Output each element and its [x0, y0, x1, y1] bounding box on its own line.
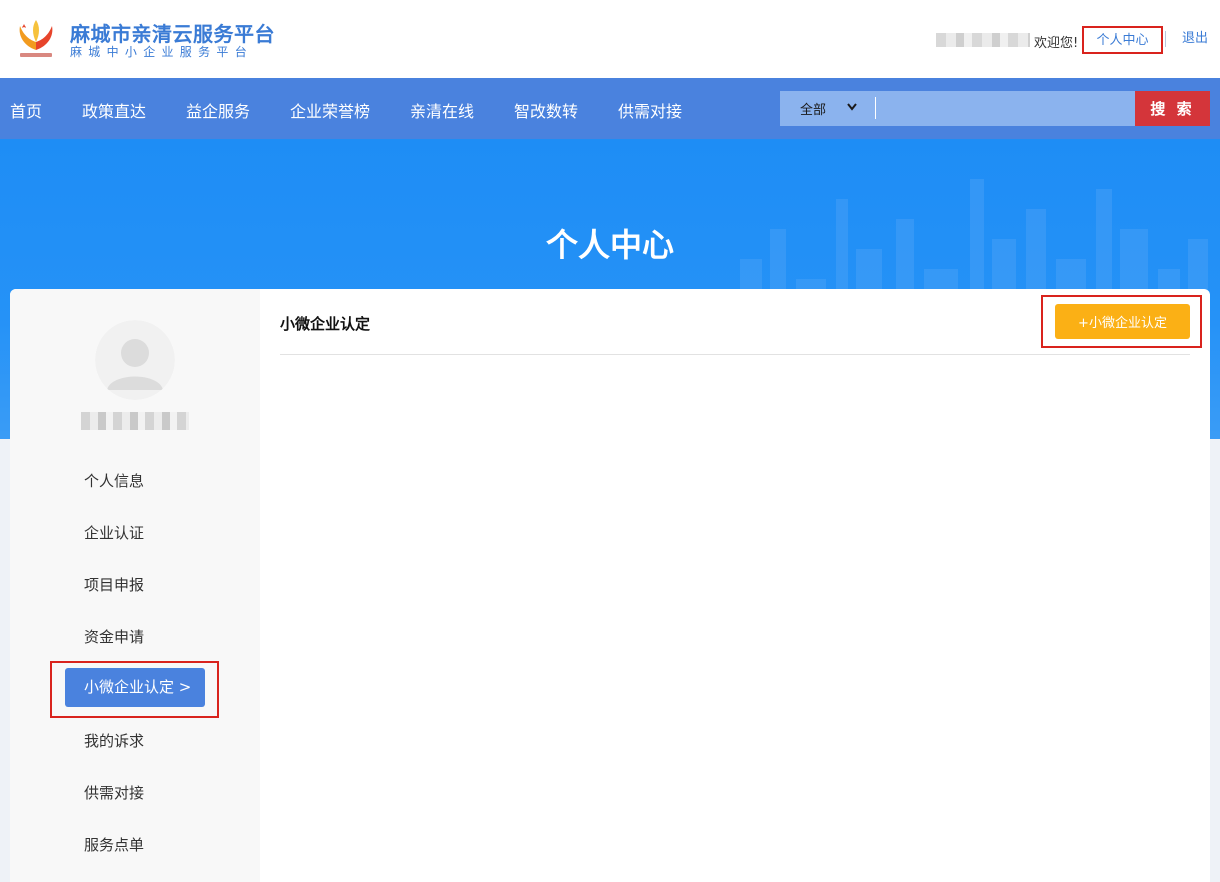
- nav-item-honors[interactable]: 企业荣誉榜: [290, 98, 370, 122]
- sidebar-item-fund-apply[interactable]: 资金申请: [84, 626, 144, 647]
- search-divider: [875, 97, 876, 119]
- search-button[interactable]: 搜 索: [1135, 91, 1210, 126]
- sidebar-item-service-order[interactable]: 服务点单: [84, 834, 144, 855]
- nav-item-services[interactable]: 益企服务: [186, 98, 250, 122]
- sidebar-item-enterprise-auth[interactable]: 企业认证: [84, 522, 144, 543]
- sidebar-item-personal-info[interactable]: 个人信息: [84, 470, 144, 491]
- page-title: 个人中心: [545, 226, 674, 264]
- nav-item-online[interactable]: 亲清在线: [410, 98, 474, 122]
- header-divider: [1165, 31, 1166, 47]
- section-divider: [280, 354, 1190, 355]
- search-input[interactable]: [878, 93, 1132, 124]
- nav-item-digital[interactable]: 智改数转: [514, 98, 578, 122]
- sidebar-item-project-apply[interactable]: 项目申报: [84, 574, 144, 595]
- logout-link[interactable]: 退出: [1182, 26, 1208, 54]
- nav-item-supply-demand[interactable]: 供需对接: [618, 98, 682, 122]
- username-redacted-sidebar: [81, 412, 189, 430]
- sidebar-item-supply-demand[interactable]: 供需对接: [84, 782, 144, 803]
- section-title: 小微企业认定: [280, 315, 371, 333]
- personal-center-link[interactable]: 个人中心: [1082, 26, 1163, 54]
- brand-subtitle: 麻城中小企业服务平台: [70, 45, 254, 59]
- search-scope-select[interactable]: 全部: [800, 99, 826, 118]
- highlight-outline: [50, 661, 219, 718]
- user-avatar-icon: [95, 320, 175, 400]
- chevron-down-icon[interactable]: [846, 102, 858, 112]
- nav-item-policy[interactable]: 政策直达: [82, 98, 146, 122]
- avatar: [95, 320, 175, 400]
- nav-item-home[interactable]: 首页: [10, 98, 42, 122]
- sidebar-item-my-appeals[interactable]: 我的诉求: [84, 730, 144, 751]
- username-redacted: [936, 33, 1030, 47]
- top-header: 麻城市亲清云服务平台 麻城中小企业服务平台 欢迎您! 个人中心 退出: [0, 0, 1220, 78]
- add-micro-enterprise-button[interactable]: +小微企业认定: [1055, 304, 1190, 339]
- welcome-text: 欢迎您!: [1034, 36, 1079, 51]
- platform-logo-icon: [19, 20, 53, 57]
